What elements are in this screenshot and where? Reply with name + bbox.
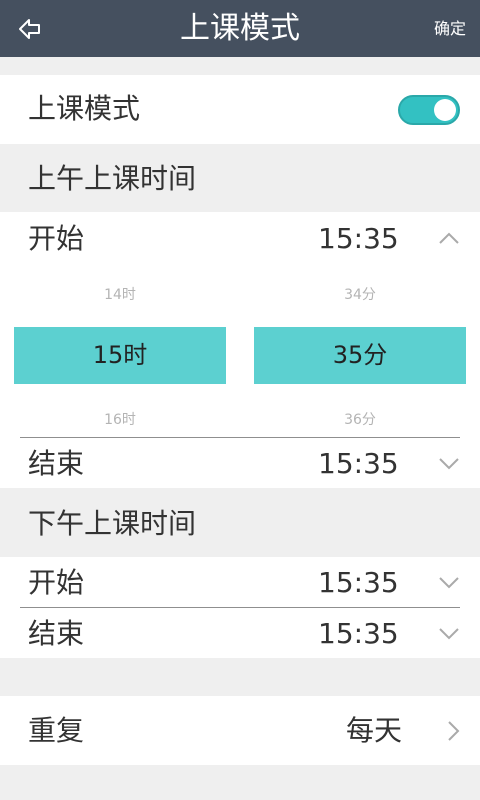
afternoon-start-label: 开始 <box>28 566 85 599</box>
minute-next[interactable]: 36分 <box>254 413 466 427</box>
afternoon-end-label: 结束 <box>28 617 85 650</box>
afternoon-start-time: 15:35 <box>318 566 399 599</box>
minute-prev[interactable]: 34分 <box>254 288 466 302</box>
minute-selected[interactable]: 35分 <box>254 327 466 384</box>
page-title: 上课模式 <box>180 11 300 46</box>
morning-end-label: 结束 <box>28 447 85 480</box>
repeat-value: 每天 <box>346 714 403 747</box>
morning-end-time: 15:35 <box>318 447 399 480</box>
hour-next[interactable]: 16时 <box>14 413 226 427</box>
repeat-label: 重复 <box>28 714 85 747</box>
hour-prev[interactable]: 14时 <box>14 288 226 302</box>
hour-selected[interactable]: 15时 <box>14 327 226 384</box>
chevron-down-icon[interactable] <box>438 626 460 645</box>
chevron-up-icon[interactable] <box>438 230 460 249</box>
chevron-right-icon <box>446 720 460 746</box>
back-button[interactable] <box>10 10 50 48</box>
afternoon-end-time: 15:35 <box>318 617 399 650</box>
toggle-knob <box>434 99 456 121</box>
chevron-down-icon[interactable] <box>438 575 460 594</box>
chevron-down-icon[interactable] <box>438 456 460 475</box>
back-arrow-icon <box>19 19 40 39</box>
afternoon-section-title: 下午上课时间 <box>28 507 197 540</box>
morning-start-time: 15:35 <box>318 222 399 255</box>
class-mode-toggle[interactable] <box>398 95 460 125</box>
class-mode-label: 上课模式 <box>28 92 141 125</box>
morning-section-title: 上午上课时间 <box>28 162 197 195</box>
morning-start-label: 开始 <box>28 222 85 255</box>
confirm-button[interactable]: 确定 <box>420 0 480 57</box>
